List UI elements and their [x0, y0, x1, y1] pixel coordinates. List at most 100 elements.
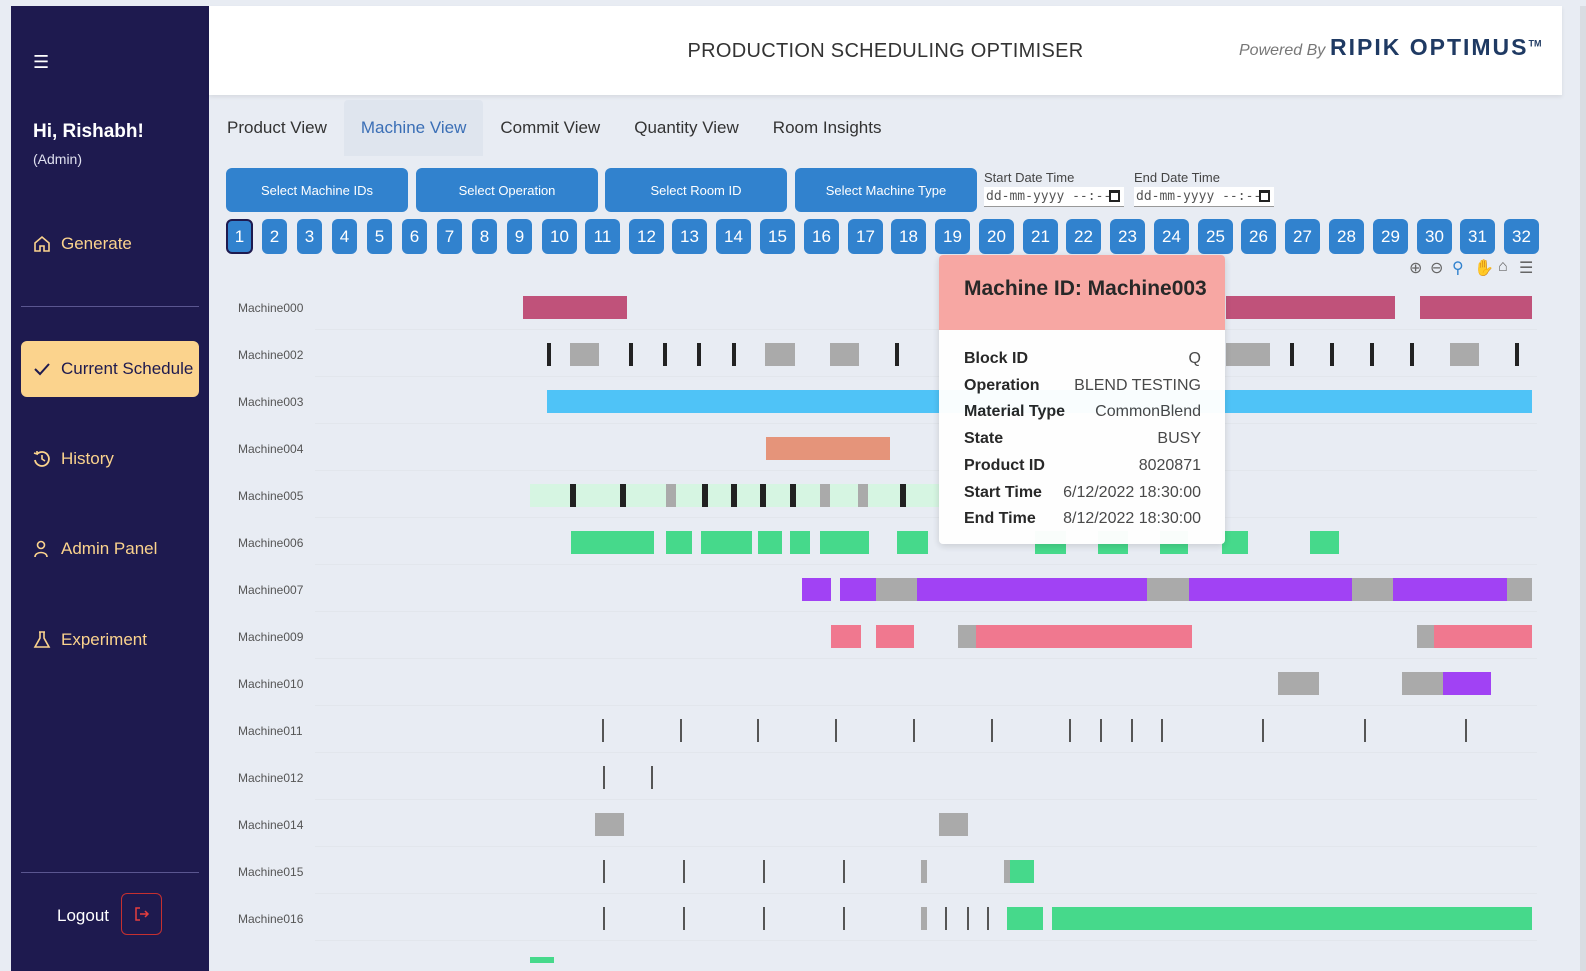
pan-icon[interactable]: ✋ — [1474, 258, 1494, 278]
nav-history[interactable]: History — [21, 431, 199, 487]
calendar-icon[interactable] — [1109, 190, 1120, 202]
page-18-button[interactable]: 18 — [891, 219, 926, 254]
page-9-button[interactable]: 9 — [507, 219, 532, 254]
schedule-block[interactable] — [766, 437, 890, 460]
schedule-tick[interactable] — [602, 719, 604, 742]
schedule-block[interactable] — [1417, 625, 1434, 648]
schedule-block[interactable] — [1515, 343, 1519, 366]
schedule-block[interactable] — [570, 343, 599, 366]
schedule-block[interactable] — [765, 343, 795, 366]
page-20-button[interactable]: 20 — [979, 219, 1014, 254]
page-1-button[interactable]: 1 — [226, 219, 253, 254]
schedule-block[interactable] — [921, 860, 927, 883]
schedule-block[interactable] — [731, 484, 737, 507]
page-30-button[interactable]: 30 — [1417, 219, 1452, 254]
page-16-button[interactable]: 16 — [804, 219, 839, 254]
schedule-block[interactable] — [939, 813, 968, 836]
schedule-block[interactable] — [1420, 296, 1532, 319]
schedule-tick[interactable] — [1131, 719, 1133, 742]
schedule-block[interactable] — [570, 484, 576, 507]
schedule-block[interactable] — [1450, 343, 1479, 366]
schedule-block[interactable] — [620, 484, 626, 507]
schedule-block[interactable] — [1052, 907, 1532, 930]
schedule-tick[interactable] — [1465, 719, 1467, 742]
schedule-tick[interactable] — [680, 719, 682, 742]
select-machine-type-button[interactable]: Select Machine Type — [795, 168, 977, 212]
schedule-block[interactable] — [897, 531, 928, 554]
schedule-block[interactable] — [1310, 531, 1339, 554]
reset-home-icon[interactable]: ⌂ — [1498, 258, 1508, 276]
schedule-block[interactable] — [666, 531, 692, 554]
tab-product-view[interactable]: Product View — [210, 100, 344, 156]
schedule-block[interactable] — [840, 578, 876, 601]
page-12-button[interactable]: 12 — [629, 219, 664, 254]
schedule-tick[interactable] — [987, 907, 989, 930]
schedule-block[interactable] — [1393, 578, 1507, 601]
schedule-tick[interactable] — [603, 860, 605, 883]
page-22-button[interactable]: 22 — [1066, 219, 1101, 254]
schedule-tick[interactable] — [835, 719, 837, 742]
schedule-block[interactable] — [790, 531, 810, 554]
page-8-button[interactable]: 8 — [472, 219, 497, 254]
page-26-button[interactable]: 26 — [1241, 219, 1276, 254]
schedule-block[interactable] — [571, 531, 654, 554]
schedule-block[interactable] — [958, 625, 976, 648]
page-17-button[interactable]: 17 — [848, 219, 883, 254]
schedule-block[interactable] — [663, 343, 667, 366]
schedule-block[interactable] — [701, 531, 752, 554]
schedule-tick[interactable] — [1100, 719, 1102, 742]
page-4-button[interactable]: 4 — [332, 219, 357, 254]
schedule-block[interactable] — [595, 813, 624, 836]
schedule-tick[interactable] — [603, 766, 605, 789]
schedule-tick[interactable] — [843, 860, 845, 883]
tab-room-insights[interactable]: Room Insights — [756, 100, 899, 156]
schedule-block[interactable] — [1010, 860, 1034, 883]
nav-admin-panel[interactable]: Admin Panel — [21, 521, 199, 577]
schedule-block[interactable] — [1222, 531, 1248, 554]
page-31-button[interactable]: 31 — [1460, 219, 1495, 254]
schedule-block[interactable] — [758, 531, 782, 554]
page-29-button[interactable]: 29 — [1373, 219, 1408, 254]
page-19-button[interactable]: 19 — [935, 219, 970, 254]
schedule-tick[interactable] — [1364, 719, 1366, 742]
nav-experiment[interactable]: Experiment — [21, 612, 199, 668]
schedule-block[interactable] — [629, 343, 633, 366]
schedule-block[interactable] — [547, 343, 551, 366]
schedule-block[interactable] — [666, 484, 676, 507]
schedule-block[interactable] — [895, 343, 899, 366]
schedule-block[interactable] — [790, 484, 796, 507]
schedule-block[interactable] — [702, 484, 708, 507]
page-15-button[interactable]: 15 — [760, 219, 795, 254]
schedule-block[interactable] — [820, 531, 869, 554]
start-date-input[interactable]: dd-mm-yyyy --:-- — [984, 187, 1124, 207]
schedule-block[interactable] — [530, 957, 554, 963]
schedule-block[interactable] — [876, 625, 914, 648]
schedule-tick[interactable] — [683, 907, 685, 930]
page-23-button[interactable]: 23 — [1110, 219, 1145, 254]
schedule-block[interactable] — [917, 578, 1147, 601]
schedule-block[interactable] — [1434, 625, 1532, 648]
zoom-out-icon[interactable]: ⊖ — [1430, 258, 1443, 278]
schedule-block[interactable] — [1410, 343, 1414, 366]
schedule-block[interactable] — [976, 625, 1192, 648]
schedule-block[interactable] — [830, 343, 859, 366]
logout-label[interactable]: Logout — [57, 906, 109, 926]
page-13-button[interactable]: 13 — [672, 219, 707, 254]
logout-button[interactable] — [121, 893, 162, 935]
schedule-block[interactable] — [1443, 672, 1491, 695]
schedule-tick[interactable] — [763, 907, 765, 930]
page-27-button[interactable]: 27 — [1285, 219, 1320, 254]
schedule-block[interactable] — [1507, 578, 1532, 601]
schedule-block[interactable] — [1278, 672, 1319, 695]
schedule-tick[interactable] — [945, 907, 947, 930]
schedule-tick[interactable] — [763, 860, 765, 883]
schedule-block[interactable] — [1226, 343, 1270, 366]
schedule-block[interactable] — [876, 578, 917, 601]
page-25-button[interactable]: 25 — [1198, 219, 1233, 254]
page-5-button[interactable]: 5 — [367, 219, 392, 254]
page-24-button[interactable]: 24 — [1154, 219, 1189, 254]
schedule-block[interactable] — [1330, 343, 1334, 366]
schedule-block[interactable] — [697, 343, 701, 366]
select-room-id-button[interactable]: Select Room ID — [605, 168, 787, 212]
page-10-button[interactable]: 10 — [542, 219, 577, 254]
